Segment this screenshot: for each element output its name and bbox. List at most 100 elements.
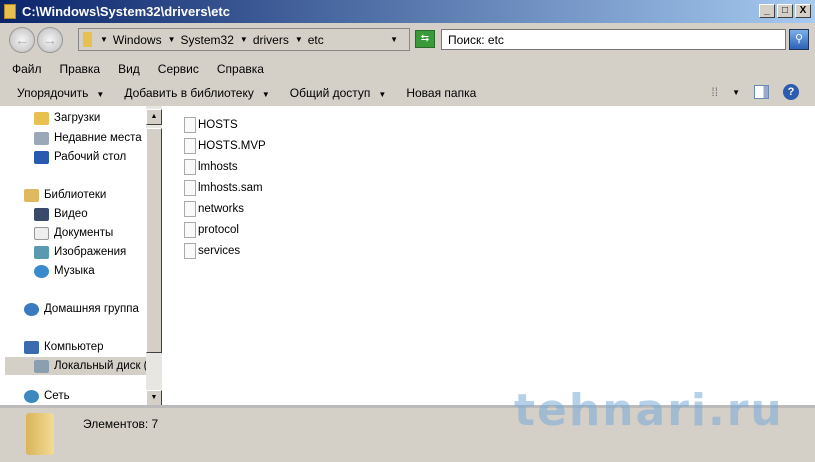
file-name: lmhosts — [198, 161, 238, 173]
desktop-icon — [34, 150, 49, 164]
address-dropdown-icon[interactable]: ▼ — [390, 35, 398, 44]
file-item[interactable]: protocol — [184, 221, 239, 239]
file-item[interactable]: networks — [184, 200, 244, 218]
menu-bar: Файл Правка Вид Сервис Справка — [0, 58, 264, 80]
navigation-pane: Загрузки Недавние места Рабочий стол Биб… — [0, 106, 146, 405]
file-name: lmhosts.sam — [198, 182, 263, 194]
sidebar-item-homegroup[interactable]: Домашняя группа — [24, 300, 139, 318]
search-icon[interactable]: ⚲ — [789, 29, 809, 50]
folder-icon — [26, 413, 54, 455]
file-item[interactable]: HOSTS — [184, 116, 238, 134]
search-input[interactable]: Поиск: etc — [441, 29, 786, 50]
chevron-icon[interactable]: ▼ — [240, 35, 248, 44]
folder-icon — [4, 4, 16, 19]
sidebar-item-label: Недавние места — [54, 132, 142, 144]
sidebar-item-recent[interactable]: Недавние места — [34, 129, 142, 147]
chevron-icon[interactable]: ▼ — [168, 35, 176, 44]
sidebar-item-label: Рабочий стол — [54, 151, 127, 163]
close-button[interactable]: X — [795, 4, 811, 18]
chevron-down-icon: ▼ — [96, 90, 105, 99]
file-name: HOSTS — [198, 119, 238, 131]
sidebar-item-computer[interactable]: Компьютер — [24, 338, 104, 356]
scroll-up-button[interactable]: ▲ — [146, 109, 162, 125]
refresh-button[interactable]: ⇆ — [415, 30, 435, 48]
menu-tools[interactable]: Сервис — [158, 62, 199, 76]
music-icon — [34, 264, 49, 278]
file-icon — [184, 138, 196, 154]
pictures-icon — [34, 245, 49, 259]
chevron-icon[interactable]: ▼ — [295, 35, 303, 44]
local-disk-icon — [34, 359, 49, 373]
sidebar-item-documents[interactable]: Документы — [34, 224, 113, 242]
menu-edit[interactable]: Правка — [60, 62, 101, 76]
title-bar: C:\Windows\System32\drivers\etc _ □ X — [0, 0, 815, 23]
file-icon — [184, 243, 196, 259]
view-dropdown-icon[interactable]: ▼ — [732, 88, 740, 97]
menu-help[interactable]: Справка — [217, 62, 264, 76]
maximize-button[interactable]: □ — [777, 4, 793, 18]
address-bar[interactable]: ▼ Windows ▼ System32 ▼ drivers ▼ etc ▼ — [78, 28, 410, 51]
watermark: tehnari.ru — [514, 385, 784, 436]
sidebar-item-label: Музыка — [54, 265, 95, 277]
file-name: protocol — [198, 224, 239, 236]
add-to-library-button[interactable]: Добавить в библиотеку ▼ — [124, 86, 269, 100]
minimize-button[interactable]: _ — [759, 4, 775, 18]
file-item[interactable]: HOSTS.MVP — [184, 137, 266, 155]
sidebar-item-pictures[interactable]: Изображения — [34, 243, 126, 261]
forward-button[interactable]: → — [37, 27, 63, 53]
breadcrumb-etc[interactable]: etc — [308, 33, 324, 47]
menu-view[interactable]: Вид — [118, 62, 140, 76]
back-button[interactable]: ← — [9, 27, 35, 53]
sidebar-item-video[interactable]: Видео — [34, 205, 88, 223]
downloads-icon — [34, 111, 49, 125]
file-icon — [184, 222, 196, 238]
sidebar-item-label: Сеть — [44, 390, 70, 402]
share-button[interactable]: Общий доступ ▼ — [290, 86, 387, 100]
sidebar-item-local-disk[interactable]: Локальный диск ( — [5, 357, 146, 375]
new-folder-button[interactable]: Новая папка — [406, 86, 476, 100]
sidebar-item-music[interactable]: Музыка — [34, 262, 95, 280]
scrollbar-thumb[interactable] — [146, 128, 162, 353]
libraries-icon — [24, 188, 39, 202]
file-item[interactable]: lmhosts — [184, 158, 238, 176]
chevron-icon[interactable]: ▼ — [100, 35, 108, 44]
sidebar-item-label: Библиотеки — [44, 189, 107, 201]
file-icon — [184, 117, 196, 133]
organize-label: Упорядочить — [17, 86, 89, 100]
preview-pane-icon[interactable] — [754, 85, 769, 99]
sidebar-item-label: Загрузки — [54, 112, 101, 124]
toolbar: Упорядочить ▼ Добавить в библиотеку ▼ Общи… — [0, 81, 815, 105]
file-list: HOSTS HOSTS.MVP lmhosts lmhosts.sam netw… — [162, 106, 815, 405]
sidebar-item-label: Документы — [54, 227, 114, 239]
network-icon — [24, 389, 39, 403]
sidebar-item-libraries[interactable]: Библиотеки — [24, 186, 106, 204]
file-item[interactable]: lmhosts.sam — [184, 179, 263, 197]
documents-icon — [34, 226, 49, 240]
navigation-scrollbar[interactable]: ▲ ▼ — [146, 106, 162, 406]
sidebar-item-network[interactable]: Сеть — [24, 387, 70, 405]
sidebar-item-downloads[interactable]: Загрузки — [34, 109, 100, 127]
file-name: services — [198, 245, 241, 257]
homegroup-icon — [24, 302, 39, 316]
file-item[interactable]: services — [184, 242, 240, 260]
breadcrumb-drivers[interactable]: drivers — [253, 33, 289, 47]
add-library-label: Добавить в библиотеку — [124, 86, 254, 100]
sidebar-item-label: Домашняя группа — [44, 303, 139, 315]
breadcrumb-system32[interactable]: System32 — [181, 33, 234, 47]
chevron-down-icon: ▼ — [261, 90, 270, 99]
view-options-icon[interactable]: ⁞⁞ — [711, 85, 718, 99]
breadcrumb-windows[interactable]: Windows — [113, 33, 162, 47]
sidebar-item-label: Компьютер — [44, 341, 104, 353]
item-count: Элементов: 7 — [83, 417, 159, 431]
recent-places-icon — [34, 131, 49, 145]
sidebar-item-desktop[interactable]: Рабочий стол — [34, 148, 126, 166]
organize-button[interactable]: Упорядочить ▼ — [17, 86, 104, 100]
help-icon[interactable]: ? — [783, 84, 799, 100]
computer-icon — [24, 340, 39, 354]
file-name: HOSTS.MVP — [198, 140, 266, 152]
sidebar-item-label: Локальный диск ( — [54, 360, 146, 372]
menu-file[interactable]: Файл — [12, 62, 42, 76]
scroll-down-button[interactable]: ▼ — [146, 390, 162, 406]
folder-icon — [83, 32, 92, 47]
file-icon — [184, 201, 196, 217]
